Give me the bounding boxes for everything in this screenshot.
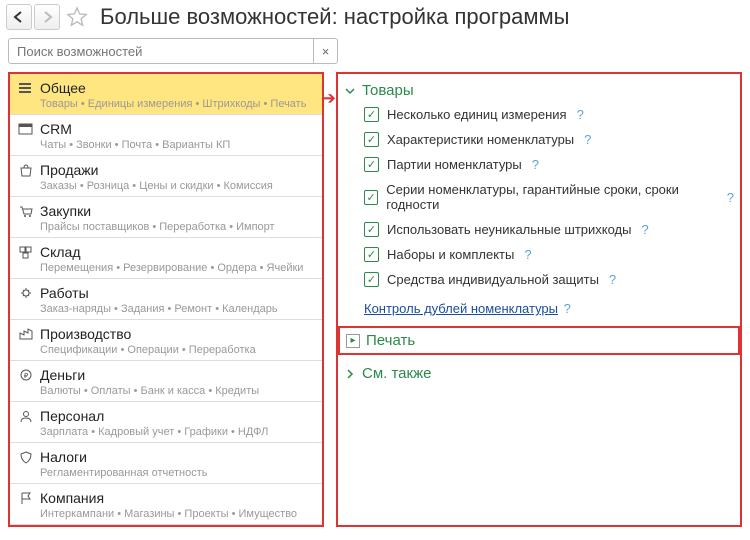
category-production[interactable]: Производство Спецификации • Операции • Пе…	[10, 320, 322, 361]
help-icon[interactable]: ?	[642, 222, 649, 237]
person-icon	[18, 409, 34, 423]
category-subtitle: Заказ-наряды • Задания • Ремонт • Календ…	[40, 303, 314, 315]
section-print-header[interactable]: ▸ Печать	[346, 332, 732, 349]
category-subtitle: Валюты • Оплаты • Банк и касса • Кредиты	[40, 385, 314, 397]
category-money[interactable]: ₽ Деньги Валюты • Оплаты • Банк и касса • …	[10, 361, 322, 402]
checkbox[interactable]: ✓	[364, 222, 379, 237]
settings-panel: Товары ✓ Несколько единиц измерения? ✓ Хара…	[336, 72, 742, 527]
category-subtitle: Спецификации • Операции • Переработка	[40, 344, 314, 356]
help-icon[interactable]: ?	[564, 301, 571, 316]
boxes-icon	[18, 245, 34, 259]
arrow-left-icon	[11, 10, 27, 24]
cart-icon	[18, 204, 34, 218]
check-label: Серии номенклатуры, гарантийные сроки, с…	[386, 182, 716, 212]
section-print-box: ▸ Печать	[338, 326, 740, 355]
card-icon	[18, 122, 34, 136]
check-label: Наборы и комплекты	[387, 247, 514, 262]
red-arrow-icon: ➔	[321, 88, 336, 109]
chevron-down-icon	[344, 85, 356, 97]
checkbox[interactable]: ✓	[364, 107, 379, 122]
checkbox[interactable]: ✓	[364, 132, 379, 147]
svg-text:₽: ₽	[24, 372, 29, 380]
gear-icon	[18, 286, 34, 300]
category-label: Склад	[40, 244, 81, 260]
category-sales[interactable]: Продажи Заказы • Розница • Цены и скидки …	[10, 156, 322, 197]
bag-icon	[18, 163, 34, 177]
check-row: ✓ Использовать неуникальные штрихкоды?	[364, 222, 734, 237]
check-label: Характеристики номенклатуры	[387, 132, 574, 147]
help-icon[interactable]: ?	[532, 157, 539, 172]
shield-icon	[18, 450, 34, 464]
category-subtitle: Чаты • Звонки • Почта • Варианты КП	[40, 139, 314, 151]
category-label: Закупки	[40, 203, 91, 219]
category-subtitle: Прайсы поставщиков • Переработка • Импор…	[40, 221, 314, 233]
forward-button[interactable]	[34, 4, 60, 30]
check-label: Несколько единиц измерения	[387, 107, 567, 122]
toolbar: Больше возможностей: настройка программы	[0, 0, 750, 34]
check-row: ✓ Средства индивидуальной защиты?	[364, 272, 734, 287]
category-label: Персонал	[40, 408, 104, 424]
checkbox[interactable]: ✓	[364, 272, 379, 287]
section-seealso-title: См. также	[362, 365, 431, 382]
section-goods-title: Товары	[362, 82, 414, 99]
check-row: ✓ Партии номенклатуры?	[364, 157, 734, 172]
category-warehouse[interactable]: Склад Перемещения • Резервирование • Орде…	[10, 238, 322, 279]
section-seealso-header[interactable]: См. также	[344, 361, 734, 390]
section-print-title: Печать	[366, 332, 415, 349]
category-subtitle: Интеркампани • Магазины • Проекты • Имущ…	[40, 508, 314, 520]
checkbox[interactable]: ✓	[364, 157, 379, 172]
category-label: Работы	[40, 285, 89, 301]
check-row: ✓ Характеристики номенклатуры?	[364, 132, 734, 147]
search-clear-button[interactable]: ×	[314, 38, 338, 64]
checkbox[interactable]: ✓	[364, 190, 378, 205]
help-icon[interactable]: ?	[727, 190, 734, 205]
chevron-right-icon: ▸	[346, 334, 360, 348]
page-title: Больше возможностей: настройка программы	[100, 4, 569, 30]
check-row: ✓ Серии номенклатуры, гарантийные сроки, …	[364, 182, 734, 212]
help-icon[interactable]: ?	[524, 247, 531, 262]
back-button[interactable]	[6, 4, 32, 30]
category-label: Деньги	[40, 367, 85, 383]
check-label: Партии номенклатуры	[387, 157, 522, 172]
category-subtitle: Регламентированная отчетность	[40, 467, 314, 479]
category-taxes[interactable]: Налоги Регламентированная отчетность	[10, 443, 322, 484]
category-crm[interactable]: CRM Чаты • Звонки • Почта • Варианты КП	[10, 115, 322, 156]
category-label: Налоги	[40, 449, 87, 465]
star-icon[interactable]	[66, 6, 88, 28]
search-input[interactable]	[8, 38, 314, 64]
arrow-right-icon	[39, 10, 55, 24]
chevron-right-icon	[344, 368, 356, 380]
check-label: Средства индивидуальной защиты	[387, 272, 599, 287]
coin-icon: ₽	[18, 368, 34, 382]
help-icon[interactable]: ?	[609, 272, 616, 287]
category-personnel[interactable]: Персонал Зарплата • Кадровый учет • Графи…	[10, 402, 322, 443]
factory-icon	[18, 327, 34, 341]
category-label: Производство	[40, 326, 131, 342]
category-label: CRM	[40, 121, 72, 137]
category-purchases[interactable]: Закупки Прайсы поставщиков • Переработка …	[10, 197, 322, 238]
section-goods-header[interactable]: Товары	[344, 78, 734, 107]
category-label: Продажи	[40, 162, 98, 178]
search-row: ×	[0, 34, 750, 72]
category-subtitle: Перемещения • Резервирование • Ордера • …	[40, 262, 314, 274]
checkbox[interactable]: ✓	[364, 247, 379, 262]
check-label: Использовать неуникальные штрихкоды	[387, 222, 632, 237]
category-works[interactable]: Работы Заказ-наряды • Задания • Ремонт • …	[10, 279, 322, 320]
check-row: ✓ Наборы и комплекты?	[364, 247, 734, 262]
flag-icon	[18, 491, 34, 505]
category-company[interactable]: Компания Интеркампани • Магазины • Проект…	[10, 484, 322, 525]
category-subtitle: Товары • Единицы измерения • Штрихкоды •…	[40, 98, 314, 110]
help-icon[interactable]: ?	[584, 132, 591, 147]
check-row: ✓ Несколько единиц измерения?	[364, 107, 734, 122]
goods-checks: ✓ Несколько единиц измерения? ✓ Характерист…	[344, 107, 734, 297]
categories-panel: ➔ ОбщееТовары • Единицы измерения • Штри…	[8, 72, 324, 527]
category-subtitle: Зарплата • Кадровый учет • Графики • НДФ…	[40, 426, 314, 438]
category-general[interactable]: Общее Товары • Единицы измерения • Штрихк…	[10, 74, 322, 115]
category-label: Компания	[40, 490, 104, 506]
category-subtitle: Заказы • Розница • Цены и скидки • Комис…	[40, 180, 314, 192]
list-icon	[18, 81, 34, 95]
help-icon[interactable]: ?	[577, 107, 584, 122]
duplicates-control-link[interactable]: Контроль дублей номенклатуры	[364, 301, 558, 316]
category-label: Общее	[40, 80, 86, 96]
